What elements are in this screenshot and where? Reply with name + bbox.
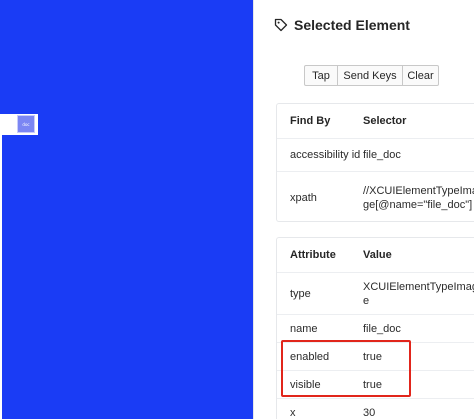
send-keys-button[interactable]: Send Keys xyxy=(338,65,403,86)
selector-value[interactable]: //XCUIElementTypeImage[@name="file_doc"] xyxy=(363,184,474,212)
attribute-value: XCUIElementTypeImage xyxy=(363,280,474,307)
device-screenshot[interactable]: doc xyxy=(0,0,253,419)
attribute-name: enabled xyxy=(290,350,330,363)
table-row[interactable]: accessibility id file_doc xyxy=(277,138,474,171)
selected-element-panel: Selected Element Tap Send Keys Clear Fin… xyxy=(254,0,474,419)
selector-value[interactable]: file_doc xyxy=(363,148,474,162)
find-by-strategy: accessibility id xyxy=(290,149,361,161)
attributes-table: Attribute Value type XCUIElementTypeImag… xyxy=(276,237,474,419)
table-row: name file_doc xyxy=(277,314,474,342)
find-by-table: Find By Selector accessibility id file_d… xyxy=(276,103,474,222)
table-row: visible true xyxy=(277,370,474,398)
panel-title: Selected Element xyxy=(294,17,410,33)
attribute-name: type xyxy=(290,287,311,300)
column-header-selector: Selector xyxy=(363,115,407,127)
table-row[interactable]: xpath //XCUIElementTypeImage[@name="file… xyxy=(277,171,474,223)
element-actions: Tap Send Keys Clear xyxy=(304,65,439,86)
column-header-find-by: Find By xyxy=(290,115,331,127)
table-row: type XCUIElementTypeImage xyxy=(277,272,474,314)
tag-icon xyxy=(274,18,288,32)
panel-header: Selected Element xyxy=(274,14,410,36)
column-header-attribute: Attribute xyxy=(290,249,336,261)
clear-button[interactable]: Clear xyxy=(403,65,439,86)
attribute-value: file_doc xyxy=(363,322,401,335)
attribute-value: 30 xyxy=(363,406,376,419)
table-header-row: Attribute Value xyxy=(277,238,474,272)
attribute-name: x xyxy=(290,406,296,419)
table-row: x 30 xyxy=(277,398,474,419)
find-by-strategy: xpath xyxy=(290,191,317,204)
tap-button[interactable]: Tap xyxy=(304,65,338,86)
attribute-name: name xyxy=(290,322,318,335)
attribute-value: true xyxy=(363,378,382,391)
screen-left-edge xyxy=(0,114,2,419)
column-header-value: Value xyxy=(363,249,392,261)
table-row: enabled true xyxy=(277,342,474,370)
file-doc-thumbnail[interactable]: doc xyxy=(17,115,35,133)
attribute-name: visible xyxy=(290,378,321,391)
table-header-row: Find By Selector xyxy=(277,104,474,138)
attribute-value: true xyxy=(363,350,382,363)
